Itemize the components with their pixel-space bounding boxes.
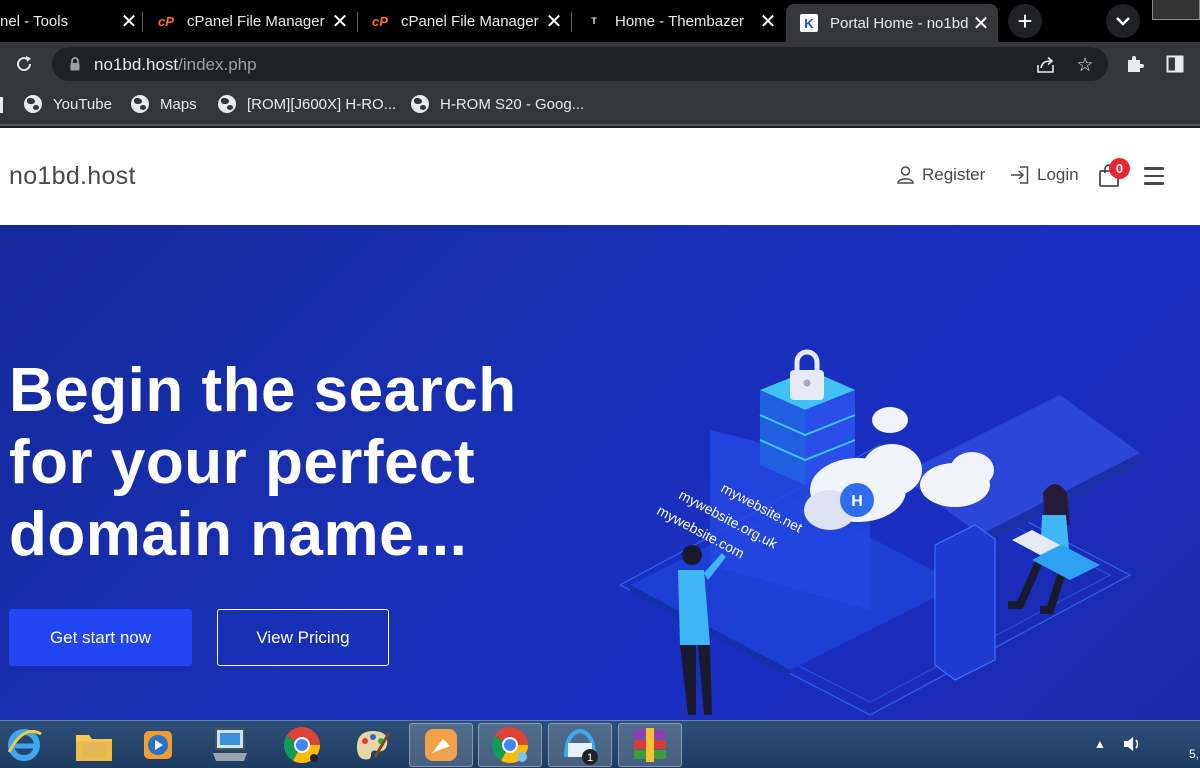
bookmarks-bar: YouTube Maps [ROM][J600X] H-RO... H-ROM … — [0, 86, 1200, 126]
globe-icon — [218, 95, 236, 113]
user-icon — [897, 166, 914, 184]
cpanel-icon: cP — [158, 13, 174, 29]
internet-explorer-icon[interactable] — [0, 723, 56, 767]
thembazer-icon: T — [591, 16, 597, 26]
file-explorer-icon[interactable] — [62, 723, 126, 767]
paint-palette-icon[interactable] — [340, 723, 404, 767]
bookmark-hrom-s20[interactable]: H-ROM S20 - Goog... — [411, 95, 584, 113]
tab-thembazer[interactable]: T Home - Thembazer ✕ — [571, 4, 785, 38]
tab-title: cPanel File Manager — [187, 12, 325, 30]
hamburger-menu-icon[interactable] — [1144, 167, 1164, 185]
winrar-icon[interactable] — [618, 723, 682, 767]
bookmark-label: H-ROM S20 - Goog... — [440, 95, 585, 113]
close-icon[interactable]: ✕ — [757, 9, 779, 34]
bookmark-rom-j600x[interactable]: [ROM][J600X] H-RO... — [218, 95, 396, 113]
url-text[interactable]: no1bd.host/index.php — [94, 55, 257, 75]
view-pricing-button[interactable]: View Pricing — [217, 609, 389, 666]
bookmark-youtube[interactable]: YouTube — [24, 95, 112, 113]
globe-icon — [131, 95, 149, 113]
chrome-active-icon[interactable] — [478, 723, 542, 767]
register-link[interactable]: Register — [897, 165, 985, 185]
bookmark-overflow-edge — [0, 97, 3, 113]
close-icon[interactable]: ✕ — [970, 11, 992, 36]
tab-search-chevron-icon[interactable] — [1106, 4, 1140, 38]
url-path: /index.php — [178, 55, 257, 74]
reload-icon[interactable] — [10, 50, 38, 78]
hero-title-line: for your perfect — [9, 428, 476, 497]
taskbar-badge-count: 1 — [587, 752, 593, 764]
hosting-illustration: H mywebsite.net mywebsite.org.uk mywebsi… — [618, 349, 1140, 716]
chrome-icon[interactable] — [270, 723, 334, 767]
tab-cpanel-1[interactable]: cP cPanel File Manager ✕ — [143, 4, 357, 38]
login-label: Login — [1037, 165, 1079, 184]
cpanel-icon: cP — [372, 13, 388, 29]
bookmark-star-icon[interactable]: ☆ — [1073, 53, 1097, 77]
address-bar[interactable]: no1bd.host/index.php ☆ — [52, 47, 1108, 81]
register-label: Register — [922, 165, 986, 184]
site-logo[interactable]: no1bd.host — [9, 162, 136, 191]
bookmark-label: YouTube — [53, 95, 112, 113]
tab-title: cPanel File Manager — [401, 12, 539, 30]
hero-title-line: Begin the search — [9, 356, 517, 425]
tab-strip: nel - Tools ✕ cP cPanel File Manager ✕ c… — [0, 0, 1200, 42]
clock-fragment[interactable]: 5, — [1189, 747, 1199, 761]
tab-cpanel-2[interactable]: cP cPanel File Manager ✕ — [357, 4, 571, 38]
media-player-icon[interactable] — [126, 723, 190, 767]
hero-title: Begin the search for your perfect domain… — [9, 355, 569, 571]
bookmark-maps[interactable]: Maps — [131, 95, 197, 113]
close-icon[interactable]: ✕ — [329, 9, 351, 34]
remote-desktop-icon[interactable] — [198, 723, 262, 767]
bookmark-label: [ROM][J600X] H-RO... — [247, 95, 397, 113]
side-panel-icon[interactable] — [1163, 52, 1187, 76]
os-taskbar: 1 ▲ 5, — [0, 720, 1200, 768]
window-controls[interactable] — [1152, 0, 1200, 20]
tab-title: Portal Home - no1bd — [830, 14, 969, 32]
globe-icon — [411, 95, 429, 113]
tab-title: nel - Tools — [0, 12, 69, 30]
svg-text:H: H — [851, 493, 863, 510]
login-link[interactable]: Login — [1010, 165, 1079, 185]
portal-k-icon: K — [800, 14, 818, 32]
new-tab-button[interactable]: + — [1008, 4, 1042, 38]
globe-icon — [24, 95, 42, 113]
share-icon[interactable] — [1034, 53, 1058, 77]
close-icon[interactable]: ✕ — [543, 9, 565, 34]
lock-icon[interactable] — [69, 56, 81, 72]
get-started-button[interactable]: Get start now — [9, 609, 192, 666]
extensions-puzzle-icon[interactable] — [1123, 52, 1147, 76]
volume-icon[interactable] — [1122, 735, 1142, 756]
hero-title-line: domain name... — [9, 500, 468, 569]
badge-app-icon[interactable]: 1 — [548, 723, 612, 767]
tab-tools[interactable]: nel - Tools ✕ — [0, 4, 146, 38]
browser-toolbar: no1bd.host/index.php ☆ — [0, 42, 1200, 86]
url-host: no1bd.host — [94, 55, 179, 74]
login-icon — [1011, 166, 1029, 184]
tab-portal-home[interactable]: K Portal Home - no1bd ✕ — [786, 4, 998, 42]
bookmark-label: Maps — [160, 95, 197, 113]
tray-expand-icon[interactable]: ▲ — [1094, 737, 1106, 751]
cart-count-badge: 0 — [1109, 158, 1130, 179]
site-header: no1bd.host Register Login 0 — [0, 128, 1200, 225]
close-icon[interactable]: ✕ — [118, 9, 140, 34]
tab-title: Home - Thembazer — [615, 12, 744, 30]
orange-app-icon[interactable] — [409, 723, 473, 767]
hero-section: Begin the search for your perfect domain… — [0, 225, 1200, 720]
